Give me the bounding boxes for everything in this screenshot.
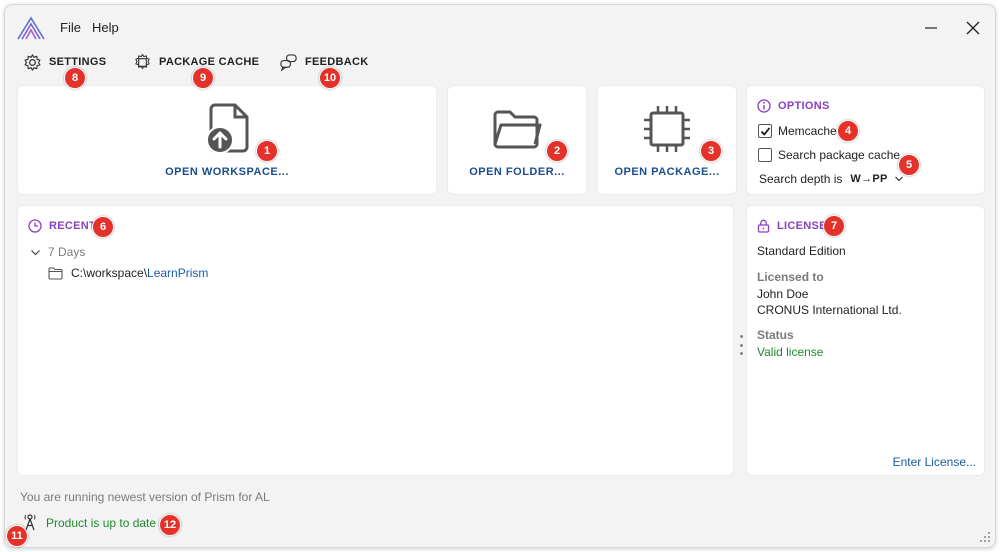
recent-title: RECENT bbox=[28, 219, 96, 233]
minimize-icon bbox=[925, 27, 937, 29]
recent-panel: RECENT 7 Days C:\workspace\LearnPrism bbox=[17, 205, 734, 476]
recent-item[interactable]: C:\workspace\LearnPrism bbox=[48, 266, 208, 280]
app-logo-icon bbox=[17, 16, 45, 40]
callout-badge: 5 bbox=[898, 154, 920, 176]
memcache-checkbox[interactable]: Memcache bbox=[758, 124, 837, 138]
version-status-text: You are running newest version of Prism … bbox=[20, 490, 270, 504]
search-package-cache-checkbox[interactable]: Search package cache bbox=[758, 148, 900, 162]
settings-label: SETTINGS bbox=[49, 56, 107, 68]
open-folder-label: OPEN FOLDER... bbox=[469, 166, 565, 178]
options-card: OPTIONS Memcache Search package cache Se… bbox=[746, 85, 985, 195]
chevron-down-icon bbox=[31, 249, 40, 255]
close-button[interactable] bbox=[957, 13, 989, 43]
callout-badge: 2 bbox=[546, 140, 568, 162]
search-depth-label: Search depth is bbox=[759, 172, 843, 186]
callout-badge: 10 bbox=[319, 67, 341, 89]
checkmark-icon bbox=[760, 126, 770, 136]
close-icon bbox=[966, 21, 980, 35]
callout-badge: 7 bbox=[823, 215, 845, 237]
gear-icon bbox=[24, 53, 41, 71]
chevron-down-icon[interactable] bbox=[894, 174, 904, 184]
file-upload-icon bbox=[206, 103, 249, 154]
resize-grip-icon[interactable] bbox=[979, 531, 991, 543]
update-status-text: Product is up to date bbox=[46, 516, 157, 530]
package-gear-icon bbox=[135, 53, 150, 69]
open-workspace-card[interactable]: OPEN WORKSPACE... bbox=[17, 85, 437, 195]
licensed-to-label: Licensed to bbox=[757, 270, 824, 284]
search-depth-row: Search depth is W→PP bbox=[759, 172, 904, 186]
callout-badge: 6 bbox=[92, 216, 114, 238]
info-icon bbox=[757, 99, 771, 113]
search-depth-dropdown[interactable]: W→PP bbox=[850, 173, 887, 185]
chip-icon bbox=[644, 106, 690, 152]
memcache-check-box[interactable] bbox=[758, 124, 772, 138]
open-package-label: OPEN PACKAGE... bbox=[614, 166, 720, 178]
recent-item-path: C:\workspace\ bbox=[71, 266, 148, 280]
callout-badge: 12 bbox=[159, 514, 181, 536]
options-title-text: OPTIONS bbox=[778, 100, 830, 112]
callout-badge: 4 bbox=[837, 120, 859, 142]
callout-badge: 3 bbox=[700, 140, 722, 162]
clock-icon bbox=[28, 219, 42, 233]
open-folder-card[interactable]: OPEN FOLDER... bbox=[447, 85, 587, 195]
menu-help[interactable]: Help bbox=[92, 20, 119, 35]
license-status-label: Status bbox=[757, 328, 794, 342]
license-panel: LICENSE Standard Edition Licensed to Joh… bbox=[746, 205, 985, 476]
licensee-name: John Doe bbox=[757, 287, 809, 301]
minimize-button[interactable] bbox=[915, 13, 947, 43]
folder-icon bbox=[48, 266, 63, 280]
app-window: File Help SETTINGS PACKAGE CACHE FEEDBAC… bbox=[4, 4, 996, 548]
options-title: OPTIONS bbox=[757, 99, 830, 113]
license-title: LICENSE bbox=[757, 219, 827, 233]
callout-badge: 11 bbox=[6, 525, 28, 547]
enter-license-link[interactable]: Enter License... bbox=[893, 455, 976, 469]
recent-item-name[interactable]: LearnPrism bbox=[147, 266, 208, 280]
open-workspace-label: OPEN WORKSPACE... bbox=[165, 166, 289, 178]
licensee-company: CRONUS International Ltd. bbox=[757, 303, 902, 317]
search-cache-label: Search package cache bbox=[778, 148, 901, 162]
callout-badge: 8 bbox=[64, 67, 86, 89]
folder-icon bbox=[493, 110, 542, 149]
recent-group-toggle[interactable]: 7 Days bbox=[30, 245, 85, 259]
recent-title-text: RECENT bbox=[49, 220, 97, 232]
license-edition: Standard Edition bbox=[757, 244, 846, 258]
feedback-label: FEEDBACK bbox=[305, 56, 369, 68]
open-package-card[interactable]: OPEN PACKAGE... bbox=[597, 85, 737, 195]
license-title-text: LICENSE bbox=[777, 220, 827, 232]
feedback-icon bbox=[280, 53, 297, 72]
menu-file[interactable]: File bbox=[60, 20, 81, 35]
package-cache-label: PACKAGE CACHE bbox=[159, 56, 260, 68]
callout-badge: 1 bbox=[256, 140, 278, 162]
callout-badge: 9 bbox=[192, 67, 214, 89]
recent-group-label: 7 Days bbox=[48, 245, 86, 259]
memcache-label: Memcache bbox=[778, 124, 837, 138]
lock-icon bbox=[757, 219, 770, 233]
search-cache-check-box[interactable] bbox=[758, 148, 772, 162]
license-status-value: Valid license bbox=[757, 345, 824, 359]
panel-splitter[interactable] bbox=[739, 335, 743, 355]
settings-button[interactable]: SETTINGS bbox=[23, 51, 106, 73]
